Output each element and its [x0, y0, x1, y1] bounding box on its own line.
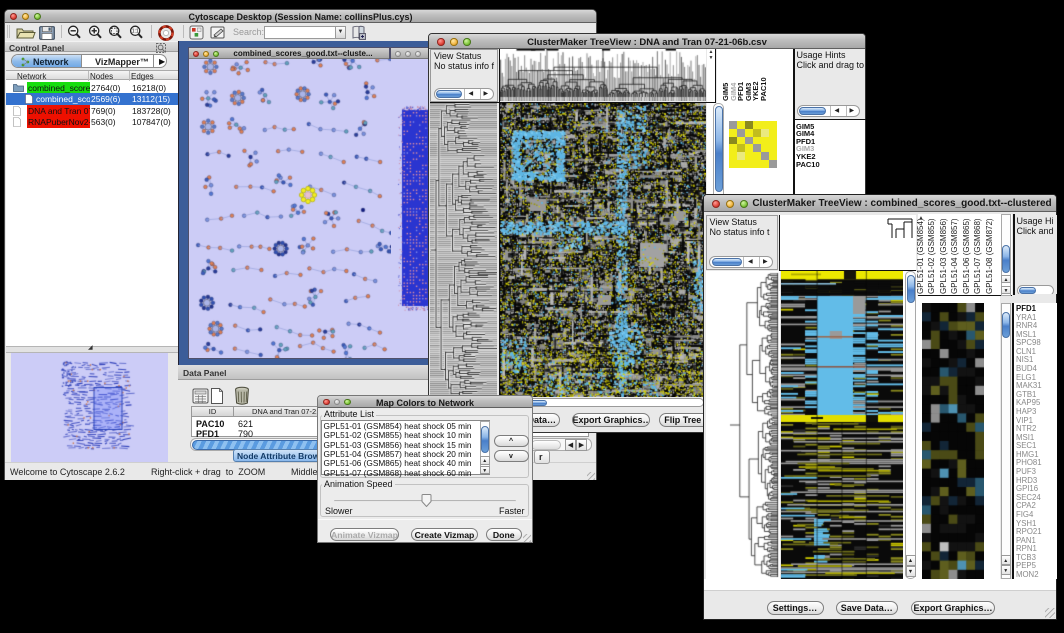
svg-text:1:1: 1:1: [132, 29, 139, 35]
